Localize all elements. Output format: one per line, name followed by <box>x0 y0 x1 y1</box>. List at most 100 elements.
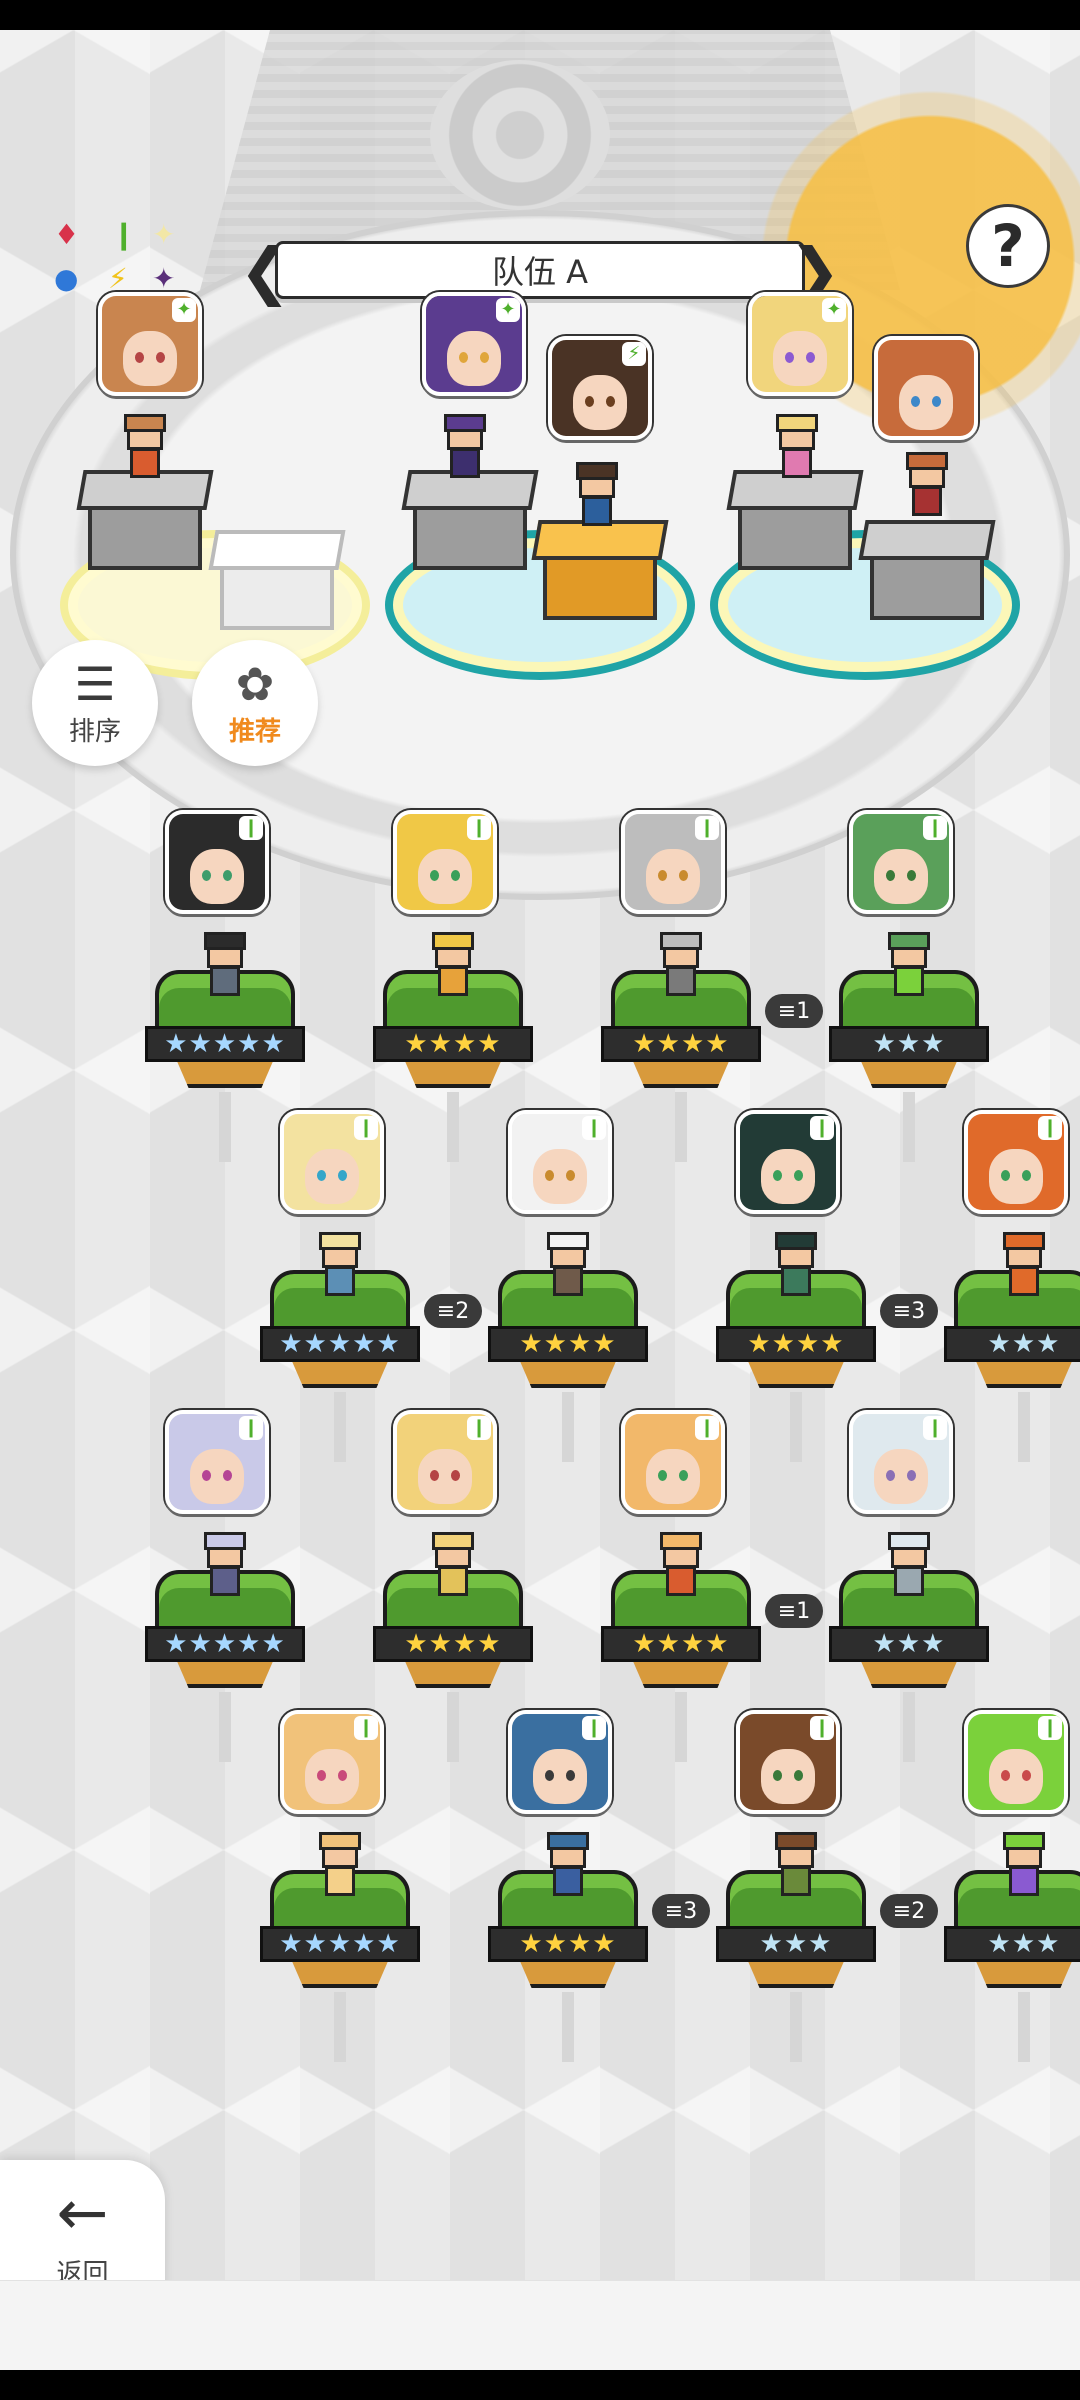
portrait-face <box>305 1148 359 1205</box>
sprite-hair <box>776 414 818 432</box>
sprite-body <box>210 1566 240 1596</box>
status-bar <box>0 0 1080 30</box>
duplicate-count-badge: ≡ 2 <box>424 1294 482 1328</box>
element-badge-icon: ❙ <box>467 1416 491 1440</box>
sprite-body <box>1009 1866 1039 1896</box>
sort-button[interactable]: ☰ 排序 <box>32 640 158 766</box>
team-hero-portrait[interactable]: ✦ <box>98 292 202 396</box>
hero-card[interactable]: ★★★★ ❙ <box>488 1710 648 2062</box>
element-badge-icon: ❙ <box>695 816 719 840</box>
element-badge-icon: ✦ <box>822 298 846 322</box>
team-hero-portrait[interactable]: ✦ <box>422 292 526 396</box>
recommend-button[interactable]: ✿ 推荐 <box>192 640 318 766</box>
team-name: 队伍 A <box>491 253 589 291</box>
hero-card[interactable]: ★★★★ ❙ <box>373 1410 533 1762</box>
element-badge-icon: ❙ <box>582 1116 606 1140</box>
portrait-face <box>573 374 627 431</box>
card-pole <box>219 1692 231 1762</box>
hero-card[interactable]: ★★★★ ❙ <box>601 810 761 1162</box>
hero-card[interactable]: ★★★ ≡ 3 ❙ <box>652 1710 876 2062</box>
hero-card[interactable]: ★★★★★ ❙ <box>260 1110 420 1462</box>
hero-portrait: ❙ <box>964 1710 1068 1814</box>
sprite-hair <box>576 462 618 480</box>
star-rating: ★★★★★ <box>145 1626 305 1662</box>
sprite-body <box>894 966 924 996</box>
stack-icon: ≡ <box>892 1898 912 1924</box>
portrait-face <box>773 330 827 387</box>
sprite-body <box>325 1866 355 1896</box>
sprite-hair <box>888 1532 930 1550</box>
portrait-face <box>899 374 953 431</box>
hero-portrait: ❙ <box>736 1710 840 1814</box>
team-hero-portrait[interactable] <box>874 336 978 440</box>
hero-card[interactable]: ★★★ ≡ 3 ❙ <box>880 1110 1080 1462</box>
hero-card[interactable]: ★★★ ≡ 1 ❙ <box>765 810 989 1162</box>
team-selector: ❮ 队伍 A ❯ <box>239 234 841 307</box>
sprite-body <box>781 1866 811 1896</box>
hero-portrait: ❙ <box>621 1410 725 1514</box>
team-hero-sprite <box>118 414 172 480</box>
empty-team-slot[interactable] <box>208 530 346 630</box>
portrait-face <box>418 1448 472 1505</box>
recommend-label: 推荐 <box>228 716 281 747</box>
back-button[interactable]: ← 返回 <box>0 2160 165 2280</box>
card-pole <box>675 1092 687 1162</box>
sprite-body <box>782 448 812 478</box>
hero-portrait: ❙ <box>508 1110 612 1214</box>
hero-portrait: ❙ <box>280 1710 384 1814</box>
hero-sprite <box>997 1232 1051 1298</box>
star-rating: ★★★★★ <box>260 1926 420 1962</box>
hero-sprite <box>654 1532 708 1598</box>
team-hero-sprite <box>438 414 492 480</box>
sprite-hair <box>660 932 702 950</box>
hero-card[interactable]: ★★★★ ❙ <box>373 810 533 1162</box>
pedestal-body <box>738 506 852 570</box>
pedestal-body <box>413 506 527 570</box>
hero-portrait: ❙ <box>165 810 269 914</box>
element-badge-icon: ❙ <box>239 1416 263 1440</box>
team-pedestal[interactable] <box>726 470 864 570</box>
star-rating: ★★★★ <box>601 1026 761 1062</box>
team-pedestal[interactable] <box>858 520 996 620</box>
sprite-body <box>553 1266 583 1296</box>
sprite-body <box>912 486 942 516</box>
team-formation-screen: ♦ ❙ ✦ ● ⚡ ✦ ❮ 队伍 A ❯ ? ✦ ✦ ⚡ ✦ ☰ 排序 ✿ 推荐 ★★… <box>0 30 1080 2280</box>
hero-card[interactable]: ★★★★ ≡ 2 ❙ <box>424 1110 648 1462</box>
sprite-body <box>666 966 696 996</box>
team-hero-portrait[interactable]: ⚡ <box>548 336 652 440</box>
element-badge-icon: ✦ <box>172 298 196 322</box>
team-hero-portrait[interactable]: ✦ <box>748 292 852 396</box>
sprite-body <box>210 966 240 996</box>
stack-icon: ≡ <box>664 1898 684 1924</box>
hero-card[interactable]: ★★★★★ ❙ <box>145 1410 305 1762</box>
sprite-hair <box>906 452 948 470</box>
hero-card[interactable]: ★★★★ ❙ <box>716 1110 876 1462</box>
hero-card[interactable]: ★★★ ≡ 2 ❙ <box>880 1710 1080 2062</box>
hero-card[interactable]: ★★★★ ❙ <box>601 1410 761 1762</box>
portrait-face <box>418 848 472 905</box>
sprite-hair <box>775 1832 817 1850</box>
hero-portrait: ❙ <box>508 1710 612 1814</box>
element-badge-icon: ❙ <box>810 1716 834 1740</box>
duplicate-count-badge: ≡ 1 <box>765 1594 823 1628</box>
hero-portrait: ❙ <box>736 1110 840 1214</box>
star-rating: ★★★★ <box>373 1026 533 1062</box>
star-rating: ★★★★★ <box>260 1326 420 1362</box>
hero-card[interactable]: ★★★ ≡ 1 ❙ <box>765 1410 989 1762</box>
pedestal-top <box>208 530 346 570</box>
duplicate-count: 2 <box>911 1898 926 1924</box>
sprite-body <box>666 1566 696 1596</box>
help-button[interactable]: ? <box>966 204 1050 288</box>
team-pedestal[interactable] <box>401 470 539 570</box>
hero-portrait: ❙ <box>393 1410 497 1514</box>
hero-card[interactable]: ★★★★★ ❙ <box>260 1710 420 2062</box>
team-pedestal[interactable] <box>531 520 669 620</box>
star-rating: ★★★★ <box>716 1326 876 1362</box>
duplicate-count: 2 <box>455 1298 470 1324</box>
navigation-bar <box>0 2370 1080 2400</box>
duplicate-count-badge: ≡ 3 <box>880 1294 938 1328</box>
hero-card[interactable]: ★★★★★ ❙ <box>145 810 305 1162</box>
team-pedestal[interactable] <box>76 470 214 570</box>
hero-portrait: ❙ <box>849 1410 953 1514</box>
element-badge-icon: ❙ <box>239 816 263 840</box>
